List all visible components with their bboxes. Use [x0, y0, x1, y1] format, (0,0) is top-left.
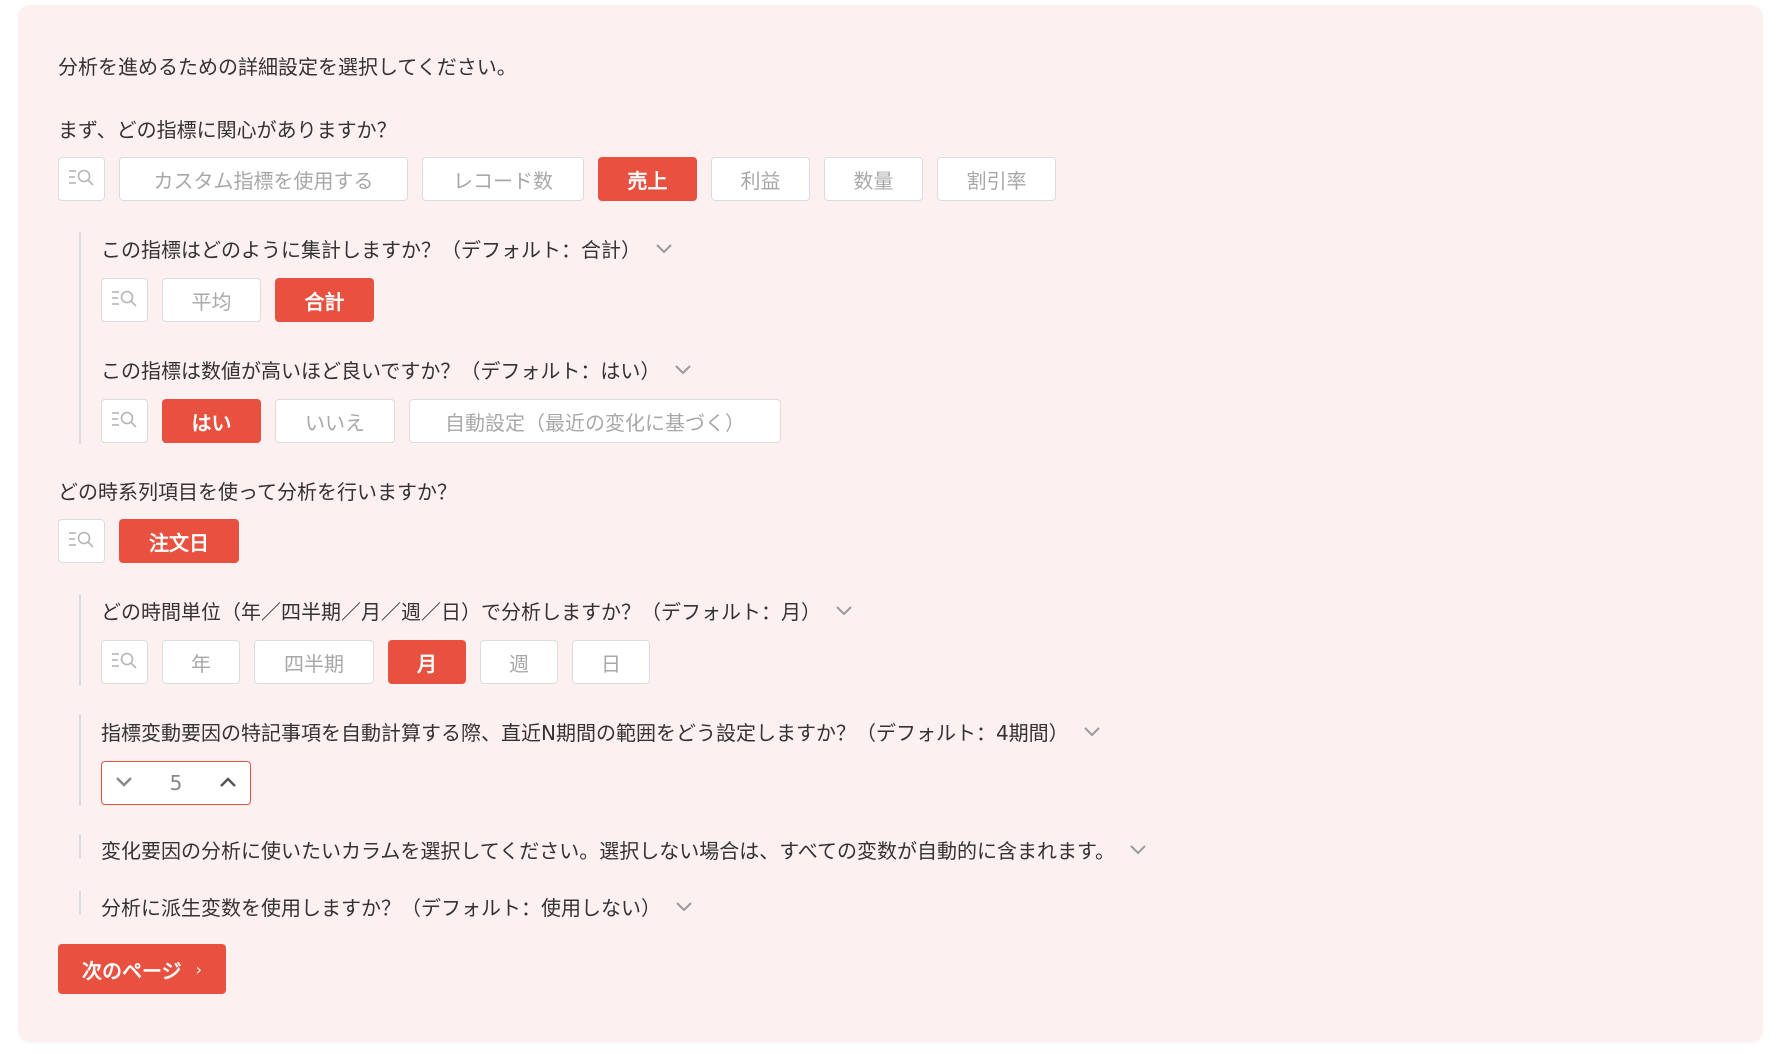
- timeseries-subsection-line-4: [79, 891, 81, 915]
- time-unit-question: どの時間単位（年／四半期／月／週／日）で分析しますか？（デフォルト：月）: [101, 600, 821, 624]
- chevron-up-icon: [218, 774, 238, 793]
- metric-option-records[interactable]: レコード数: [422, 157, 584, 201]
- chevron-down-icon[interactable]: [674, 364, 692, 376]
- derived-question-row[interactable]: 分析に派生変数を使用しますか？（デフォルト：使用しない）: [101, 892, 693, 921]
- timeseries-subsection-line: [79, 594, 81, 686]
- metric-search-button[interactable]: [58, 157, 105, 201]
- metric-question: まず、どの指標に関心がありますか？: [58, 118, 397, 142]
- aggregation-options: 平均 合計: [101, 278, 374, 322]
- search-list-icon: [110, 650, 140, 675]
- search-list-icon: [67, 529, 97, 554]
- aggregation-question-row[interactable]: この指標はどのように集計しますか？（デフォルト：合計）: [101, 234, 673, 263]
- chevron-down-icon[interactable]: [655, 243, 673, 255]
- chevron-down-icon[interactable]: [675, 901, 693, 913]
- chevron-right-icon: ›: [195, 959, 202, 979]
- higher-better-search-button[interactable]: [101, 399, 148, 443]
- timeseries-question: どの時系列項目を使って分析を行いますか？: [58, 480, 457, 504]
- metric-subsection-line: [79, 232, 81, 444]
- columns-question: 変化要因の分析に使いたいカラムを選択してください。選択しない場合は、すべての変数…: [101, 839, 1115, 863]
- time-unit-option-year[interactable]: 年: [162, 640, 240, 684]
- metric-option-discount[interactable]: 割引率: [937, 157, 1056, 201]
- metric-option-sales[interactable]: 売上: [598, 157, 697, 201]
- timeseries-subsection-line-3: [79, 834, 81, 858]
- derived-question: 分析に派生変数を使用しますか？（デフォルト：使用しない）: [101, 896, 661, 920]
- time-unit-option-quarter[interactable]: 四半期: [254, 640, 374, 684]
- timeseries-options: 注文日: [58, 519, 239, 563]
- time-unit-option-week[interactable]: 週: [480, 640, 558, 684]
- chevron-down-icon[interactable]: [1129, 844, 1147, 856]
- aggregation-search-button[interactable]: [101, 278, 148, 322]
- metric-option-custom[interactable]: カスタム指標を使用する: [119, 157, 408, 201]
- time-unit-options: 年 四半期 月 週 日: [101, 640, 650, 684]
- chevron-down-icon: [114, 774, 134, 793]
- higher-better-question: この指標は数値が高いほど良いですか？（デフォルト：はい）: [101, 359, 661, 383]
- time-unit-option-month[interactable]: 月: [388, 640, 466, 684]
- timeseries-search-button[interactable]: [58, 519, 105, 563]
- n-periods-question-row[interactable]: 指標変動要因の特記事項を自動計算する際、直近N期間の範囲をどう設定しますか？（デ…: [101, 717, 1101, 746]
- search-list-icon: [67, 167, 97, 192]
- aggregation-option-sum[interactable]: 合計: [275, 278, 374, 322]
- timeseries-option-order-date[interactable]: 注文日: [119, 519, 239, 563]
- time-unit-question-row[interactable]: どの時間単位（年／四半期／月／週／日）で分析しますか？（デフォルト：月）: [101, 596, 853, 625]
- metric-option-quantity[interactable]: 数量: [824, 157, 923, 201]
- n-periods-value: 5: [169, 771, 183, 795]
- search-list-icon: [110, 409, 140, 434]
- time-unit-option-day[interactable]: 日: [572, 640, 650, 684]
- metric-option-profit[interactable]: 利益: [711, 157, 810, 201]
- n-periods-stepper[interactable]: 5: [101, 761, 251, 805]
- higher-better-option-yes[interactable]: はい: [162, 399, 261, 443]
- metric-options: カスタム指標を使用する レコード数 売上 利益 数量 割引率: [58, 157, 1056, 201]
- higher-better-options: はい いいえ 自動設定（最近の変化に基づく）: [101, 399, 781, 443]
- aggregation-question: この指標はどのように集計しますか？（デフォルト：合計）: [101, 238, 641, 262]
- intro-text: 分析を進めるための詳細設定を選択してください。: [58, 55, 517, 79]
- time-unit-search-button[interactable]: [101, 640, 148, 684]
- increment-button[interactable]: [218, 774, 238, 793]
- chevron-down-icon[interactable]: [1083, 726, 1101, 738]
- higher-better-question-row[interactable]: この指標は数値が高いほど良いですか？（デフォルト：はい）: [101, 355, 692, 384]
- next-page-button[interactable]: 次のページ ›: [58, 944, 226, 994]
- higher-better-option-auto[interactable]: 自動設定（最近の変化に基づく）: [409, 399, 781, 443]
- columns-question-row[interactable]: 変化要因の分析に使いたいカラムを選択してください。選択しない場合は、すべての変数…: [101, 835, 1147, 864]
- n-periods-question: 指標変動要因の特記事項を自動計算する際、直近N期間の範囲をどう設定しますか？（デ…: [101, 721, 1069, 745]
- next-page-label: 次のページ: [81, 958, 182, 983]
- higher-better-option-no[interactable]: いいえ: [275, 399, 395, 443]
- search-list-icon: [110, 288, 140, 313]
- aggregation-option-average[interactable]: 平均: [162, 278, 261, 322]
- decrement-button[interactable]: [114, 774, 134, 793]
- timeseries-subsection-line-2: [79, 714, 81, 806]
- chevron-down-icon[interactable]: [835, 605, 853, 617]
